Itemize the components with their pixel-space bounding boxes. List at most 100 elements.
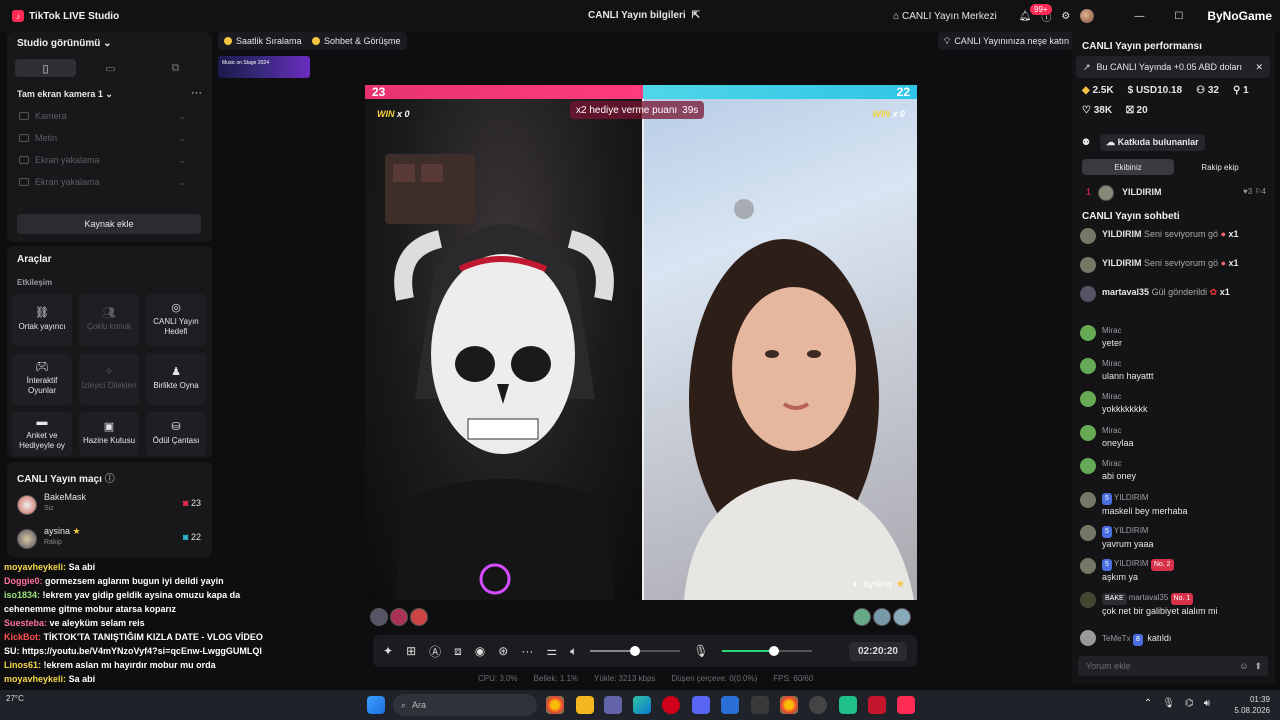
gifter-avatar[interactable] <box>410 608 428 626</box>
chat-text: gormezsem aglarım bugun iyi deildi yayin <box>45 576 224 586</box>
edge-icon[interactable] <box>633 696 651 714</box>
volume-icon[interactable]: 🔊︎ <box>1204 698 1210 709</box>
camera-switch-icon[interactable]: ⊛ <box>498 644 508 658</box>
tool-co-host[interactable]: ⛓ Ortak yayıncı <box>12 294 72 346</box>
bell-icon[interactable]: 🔔︎ <box>1019 11 1032 22</box>
gifter-avatar[interactable] <box>893 608 911 626</box>
source-item-camera[interactable]: Kamera ⌄ <box>7 105 212 127</box>
mixer-icon[interactable]: ⚌ <box>546 644 557 658</box>
gifter-avatar[interactable] <box>853 608 871 626</box>
live-info-button[interactable]: CANLI Yayın bilgileri ⇱ <box>588 10 700 21</box>
user-settings-icon[interactable]: ⚉ <box>1082 137 1090 148</box>
chrome-icon[interactable] <box>780 696 798 714</box>
tool-play-together[interactable]: ♟ Birlikte Oyna <box>146 353 206 405</box>
microphone-icon[interactable]: 🎙︎ <box>693 644 708 658</box>
effects-icon[interactable]: ✦ <box>383 644 393 658</box>
tool-interactive-games[interactable]: 🎮︎ İnteraktif Oyunlar <box>12 353 72 405</box>
user-avatar <box>1080 257 1096 273</box>
tool-reward-bag[interactable]: ⛁ Ödül Çantası <box>146 412 206 456</box>
clock-date[interactable]: 5.08.2026 <box>1234 705 1270 716</box>
chat-text: aşkım ya <box>1102 572 1139 582</box>
send-icon[interactable]: ⬆ <box>1254 661 1262 672</box>
add-source-button[interactable]: Kaynak ekle <box>17 214 201 234</box>
scene-dropdown[interactable]: Tam ekran kamera 1 ⌄ <box>17 89 113 100</box>
right-panel: CANLI Yayın performansı ↗ Bu CANLI Yayın… <box>1072 32 1275 684</box>
team-tabs: Ekibiniz Rakip ekip <box>1082 159 1266 175</box>
chat-text: Sa abi <box>68 562 96 572</box>
record-icon[interactable]: ◉ <box>475 644 485 658</box>
file-explorer-icon[interactable] <box>576 696 594 714</box>
screen-icon[interactable]: ⧈ <box>454 644 462 659</box>
opera-icon[interactable] <box>662 696 680 714</box>
maximize-button[interactable]: ☐ <box>1174 11 1183 22</box>
profile-avatar[interactable] <box>1080 9 1095 23</box>
gifter-avatar[interactable] <box>390 608 408 626</box>
mic-knob[interactable] <box>768 646 779 656</box>
portrait-mode-button[interactable]: ▯ <box>15 59 76 77</box>
dual-mode-button[interactable]: ⧉ <box>145 59 206 77</box>
live-center-button[interactable]: ⌂ CANLI Yayın Merkezi <box>893 11 997 22</box>
gifter-avatar[interactable] <box>873 608 891 626</box>
tool-multi-guest[interactable]: 👥︎ Çoklu konuk <box>79 294 139 346</box>
tool-viewer-wishes[interactable]: ✧ İzleyici Dilekleri <box>79 353 139 405</box>
join-fun-chip[interactable]: 💡︎ CANLI Yayınınıza neşe katın <box>938 32 1076 50</box>
volume-slider[interactable] <box>590 646 681 656</box>
speaker-icon[interactable]: 🔈︎ <box>853 579 859 590</box>
youtube-icon[interactable] <box>868 696 886 714</box>
app-icon[interactable] <box>809 696 827 714</box>
pk-bar-right <box>643 85 917 99</box>
microphone-icon[interactable]: 🎙︎ <box>1162 698 1175 709</box>
chrome-icon[interactable] <box>546 696 564 714</box>
more-icon[interactable]: ··· <box>521 644 533 658</box>
user-avatar <box>1080 228 1096 244</box>
chat-user: KickBot: <box>4 632 42 642</box>
teams-icon[interactable] <box>604 696 622 714</box>
minimize-button[interactable]: — <box>1134 11 1144 22</box>
more-options-icon[interactable]: ··· <box>191 87 202 99</box>
tab-opponent-team[interactable]: Rakip ekip <box>1174 159 1266 175</box>
tool-live-goal[interactable]: ◎ CANLI Yayın Hedefi <box>146 294 206 346</box>
hourly-ranking-chip[interactable]: Saatlik Sıralama <box>218 32 308 50</box>
network-icon[interactable]: ⌬ <box>1185 698 1194 709</box>
weather-widget[interactable]: 27°C <box>6 694 24 704</box>
landscape-mode-button[interactable]: ▭ <box>80 59 141 77</box>
live-info-label: CANLI Yayın bilgileri <box>588 10 686 21</box>
contributors-button[interactable]: ☁ Katkıda bulunanlar <box>1100 134 1205 151</box>
help-icon[interactable]: ⓘ <box>105 474 115 485</box>
ai-icon[interactable]: Ⓐ <box>429 643 441 660</box>
clock-time[interactable]: 01:39 <box>1234 694 1270 705</box>
comment-input[interactable]: Yorum ekle ☺ ⬆ <box>1078 656 1268 676</box>
tool-treasure-box[interactable]: ▣ Hazine Kutusu <box>79 412 139 456</box>
tab-your-team[interactable]: Ekibiniz <box>1082 159 1174 175</box>
layout-icon[interactable]: ⊞ <box>406 644 416 658</box>
source-item-screen-2[interactable]: Ekran yakalama ⌄ <box>7 171 212 193</box>
mic-slider[interactable] <box>721 646 812 656</box>
chat-title: CANLI Yayın sohbeti <box>1082 211 1180 222</box>
chat-user: YILDIRIM <box>1113 559 1149 568</box>
windows-start-icon[interactable] <box>367 696 385 714</box>
close-icon[interactable]: ✕ <box>1255 62 1263 73</box>
mail-icon[interactable] <box>721 696 739 714</box>
discord-icon[interactable] <box>692 696 710 714</box>
tool-poll[interactable]: ▬ Anket ve Hediyeyle oy <box>12 412 72 456</box>
settings-gear-icon[interactable]: ⚙ <box>1061 11 1070 22</box>
source-item-text[interactable]: Metin ⌄ <box>7 127 212 149</box>
event-banner[interactable]: Music on Stage 2024 <box>218 56 310 78</box>
taskbar-search[interactable]: ⌕ Ara <box>393 694 537 716</box>
studio-view-dropdown[interactable]: Studio görünümü ⌄ <box>17 38 112 49</box>
stats-row-2: ♡ 38K ⛝ 20 <box>1082 105 1148 116</box>
gifter-avatar[interactable] <box>370 608 388 626</box>
user-avatar <box>1080 458 1096 474</box>
chevron-up-icon[interactable]: ⌃ <box>1144 698 1152 709</box>
steam-icon[interactable] <box>751 696 769 714</box>
app-icon[interactable] <box>839 696 857 714</box>
tiktok-live-icon[interactable] <box>897 696 915 714</box>
source-item-screen-1[interactable]: Ekran yakalama ⌄ <box>7 149 212 171</box>
volume-knob[interactable] <box>630 646 641 656</box>
emoji-icon[interactable]: ☺ <box>1239 661 1248 671</box>
chat-call-chip[interactable]: Sohbet & Görüşme <box>306 32 407 50</box>
speaker-icon[interactable]: 🔈︎ <box>570 644 577 659</box>
title-bar: ♪ TikTok LIVE Studio CANLI Yayın bilgile… <box>0 0 1280 32</box>
monitor-icon <box>19 156 29 164</box>
pk-bar-left <box>365 85 643 99</box>
